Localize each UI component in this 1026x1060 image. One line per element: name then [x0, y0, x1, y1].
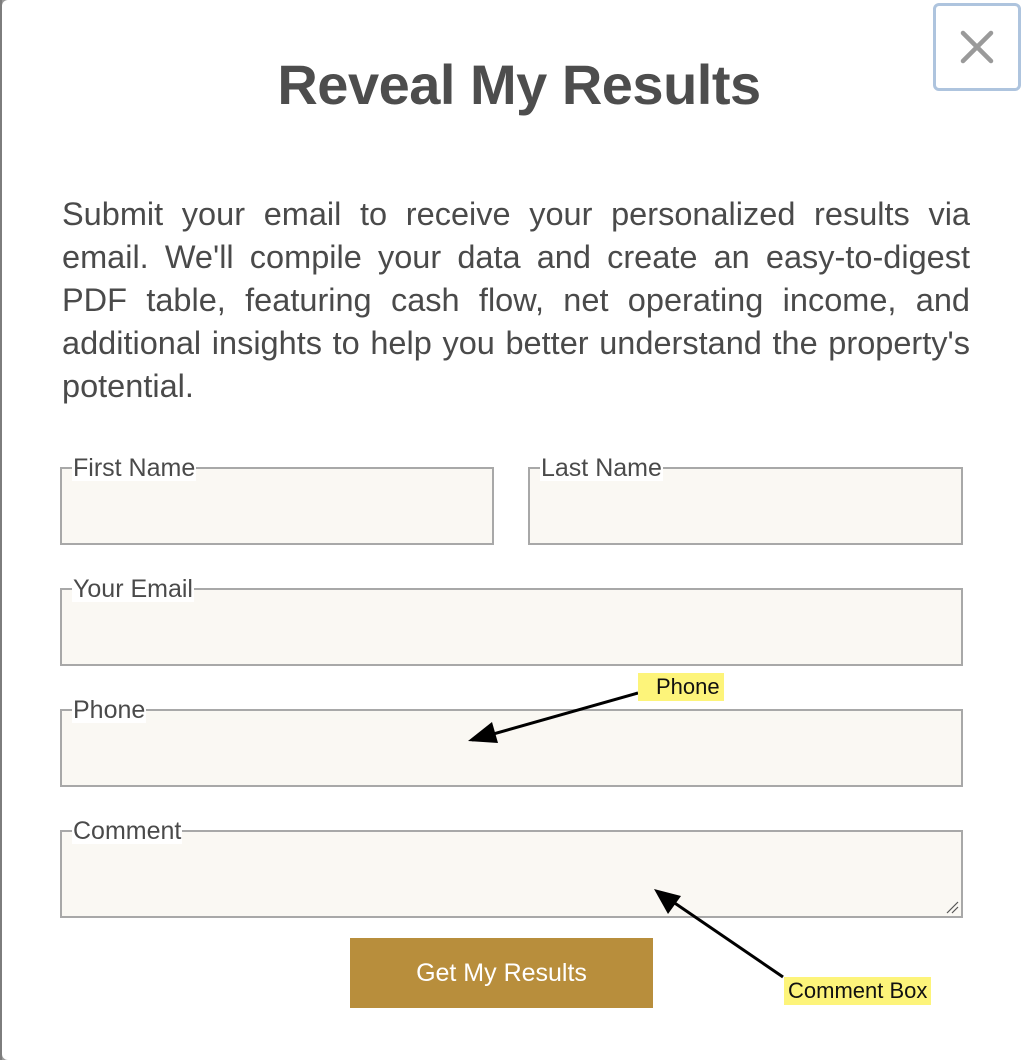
- results-modal: Reveal My Results Submit your email to r…: [2, 0, 1026, 1060]
- first-name-label: First Name: [72, 454, 197, 482]
- email-label: Your Email: [72, 575, 194, 603]
- modal-description: Submit your email to receive your person…: [62, 196, 970, 404]
- comment-annotation-label: Comment Box: [784, 977, 932, 1005]
- comment-field[interactable]: Comment: [60, 818, 963, 918]
- phone-input[interactable]: [62, 711, 961, 785]
- comment-label: Comment: [72, 817, 183, 845]
- email-field[interactable]: Your Email: [60, 576, 963, 666]
- first-name-field[interactable]: First Name: [60, 455, 494, 545]
- comment-textarea[interactable]: [62, 832, 961, 916]
- get-results-button[interactable]: Get My Results: [350, 938, 653, 1008]
- email-input[interactable]: [62, 590, 961, 664]
- last-name-field[interactable]: Last Name: [528, 455, 963, 545]
- last-name-label: Last Name: [540, 454, 663, 482]
- resize-grip-icon[interactable]: [945, 900, 959, 914]
- phone-field[interactable]: Phone: [60, 697, 963, 787]
- phone-annotation-label: Phone: [638, 673, 724, 701]
- modal-title: Reveal My Results: [277, 53, 761, 116]
- phone-label: Phone: [72, 696, 147, 724]
